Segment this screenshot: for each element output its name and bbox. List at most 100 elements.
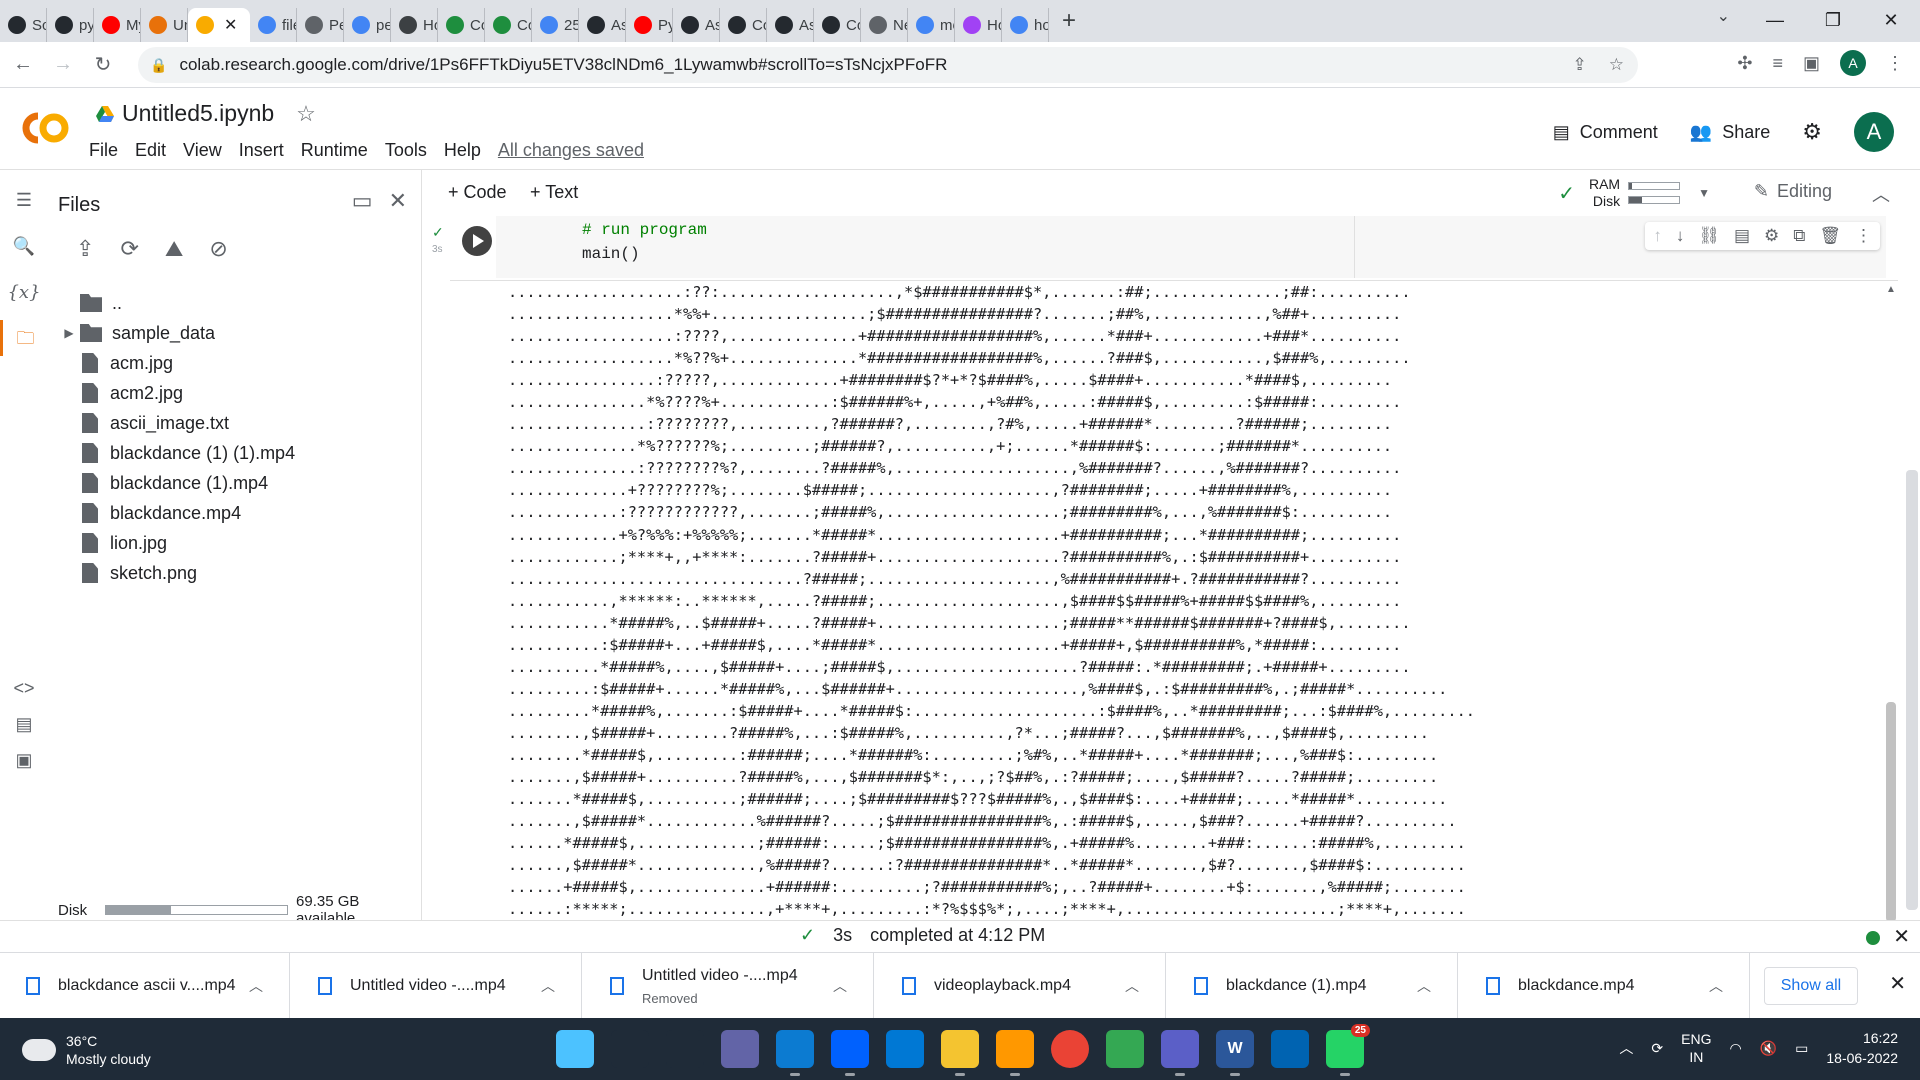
link-icon[interactable]: ⛓ — [1698, 226, 1720, 246]
menu-item-help[interactable]: Help — [444, 140, 481, 161]
reload-icon[interactable]: ↻ — [86, 52, 120, 77]
comment-button[interactable]: ▤ Comment — [1553, 122, 1658, 143]
more-actions-icon[interactable]: ⋮ — [1855, 226, 1872, 246]
upload-file-icon[interactable]: ⇪ — [76, 236, 94, 262]
show-hidden-icons[interactable]: ︿ — [1619, 1038, 1633, 1058]
browser-tab[interactable]: pyt — [47, 8, 94, 42]
command-palette-icon[interactable]: ▤ — [0, 714, 48, 735]
maximize-button[interactable]: ❐ — [1804, 0, 1862, 42]
browser-tab[interactable]: Ne — [861, 8, 908, 42]
download-item[interactable]: Untitled video -....mp4 Removed ︿ — [584, 953, 874, 1019]
browser-tab[interactable]: Asc — [767, 8, 814, 42]
chrome-icon[interactable] — [1051, 1030, 1089, 1068]
speaker-muted-icon[interactable]: 🔇 — [1760, 1040, 1777, 1057]
forward-icon[interactable]: → — [46, 53, 80, 76]
browser-tab[interactable]: Co — [814, 8, 861, 42]
notebook-title[interactable]: Untitled5.ipynb — [122, 100, 274, 127]
browser-menu-icon[interactable]: ⋮ — [1886, 53, 1904, 74]
close-window-button[interactable]: ✕ — [1862, 0, 1920, 42]
download-options-icon[interactable]: ︿ — [833, 976, 873, 996]
file-item[interactable]: acm.jpg — [58, 348, 418, 378]
download-item[interactable]: blackdance (1).mp4 ︿ — [1168, 953, 1458, 1019]
editing-mode-button[interactable]: ✎ Editing — [1754, 181, 1832, 202]
colab-logo[interactable] — [18, 108, 72, 148]
comment-cell-icon[interactable]: ▤ — [1734, 226, 1750, 246]
show-all-button[interactable]: Show all — [1764, 967, 1858, 1005]
browser-tab[interactable]: Asc — [673, 8, 720, 42]
browser-tab[interactable]: Ho — [391, 8, 438, 42]
browser-tab[interactable]: Pyt — [626, 8, 673, 42]
share-button[interactable]: 👥 Share — [1690, 122, 1770, 143]
search-icon[interactable]: 🔍 — [0, 236, 48, 257]
address-bar[interactable]: 🔒 colab.research.google.com/drive/1Ps6FF… — [138, 47, 1638, 83]
download-options-icon[interactable]: ︿ — [541, 976, 581, 996]
side-panel-icon[interactable]: ▣ — [1803, 53, 1820, 74]
account-avatar[interactable]: A — [1854, 112, 1894, 152]
browser-tab[interactable]: file — [250, 8, 297, 42]
download-item[interactable]: videoplayback.mp4 ︿ — [876, 953, 1166, 1019]
reading-list-icon[interactable]: ≡ — [1772, 53, 1783, 74]
file-item[interactable]: blackdance (1) (1).mp4 — [58, 438, 418, 468]
menu-item-tools[interactable]: Tools — [385, 140, 427, 161]
photos-icon[interactable] — [1271, 1030, 1309, 1068]
open-in-tab-icon[interactable]: ▭ — [352, 188, 373, 214]
download-item[interactable]: Untitled video -....mp4 ︿ — [292, 953, 582, 1019]
menu-item-edit[interactable]: Edit — [135, 140, 166, 161]
refresh-folder-icon[interactable]: ⟳ — [120, 236, 138, 262]
download-item[interactable]: blackdance.mp4 ︿ — [1460, 953, 1750, 1019]
code-snippets-icon[interactable]: <> — [0, 678, 48, 699]
download-item[interactable]: blackdance ascii v....mp4 ︿ — [0, 953, 290, 1019]
resources-dropdown-icon[interactable]: ▼ — [1698, 186, 1710, 200]
download-options-icon[interactable]: ︿ — [1417, 976, 1457, 996]
back-icon[interactable]: ← — [6, 53, 40, 76]
search-icon[interactable] — [611, 1030, 649, 1068]
download-options-icon[interactable]: ︿ — [249, 976, 289, 996]
mail-icon[interactable] — [886, 1030, 924, 1068]
collapse-header-icon[interactable]: ︿ — [1872, 181, 1890, 207]
close-status-icon[interactable]: ✕ — [1893, 924, 1910, 949]
browser-tab[interactable]: My — [94, 8, 141, 42]
bookmark-star-icon[interactable]: ☆ — [1609, 55, 1624, 75]
share-page-icon[interactable]: ⇪ — [1573, 55, 1587, 75]
sublime-icon[interactable] — [996, 1030, 1034, 1076]
terminal-icon[interactable]: ▣ — [0, 750, 48, 771]
table-of-contents-icon[interactable]: ☰ — [0, 190, 48, 211]
chat-icon[interactable] — [721, 1030, 759, 1068]
close-panel-icon[interactable]: ✕ — [389, 188, 407, 214]
browser-tab[interactable]: mo — [908, 8, 955, 42]
expand-arrow-icon[interactable]: ▶ — [58, 326, 80, 340]
lock-icon[interactable]: 🔒 — [150, 57, 167, 74]
menu-item-runtime[interactable]: Runtime — [301, 140, 368, 161]
file-item[interactable]: acm2.jpg — [58, 378, 418, 408]
battery-icon[interactable]: ▭ — [1795, 1040, 1808, 1057]
weather-widget[interactable]: 36°C Mostly cloudy — [18, 1032, 151, 1068]
browser-tab[interactable]: Ho — [955, 8, 1002, 42]
menu-item-view[interactable]: View — [183, 140, 222, 161]
browser-tab[interactable]: Per — [297, 8, 344, 42]
globe-icon[interactable] — [1106, 1030, 1144, 1068]
extensions-icon[interactable]: ✣ — [1737, 53, 1752, 74]
clock[interactable]: 16:22 18-06-2022 — [1826, 1028, 1898, 1068]
browser-tab[interactable]: Asc — [579, 8, 626, 42]
star-icon[interactable]: ☆ — [296, 101, 316, 127]
file-item[interactable]: blackdance.mp4 — [58, 498, 418, 528]
cell-settings-icon[interactable]: ⚙ — [1764, 226, 1779, 246]
dropbox-icon[interactable] — [831, 1030, 869, 1076]
folder-item[interactable]: ▶ sample_data — [58, 318, 418, 348]
browser-tab[interactable]: Scr — [0, 8, 47, 42]
output-scrollbar[interactable]: ▲ — [1884, 280, 1898, 922]
wifi-icon[interactable]: ◠ — [1729, 1040, 1741, 1057]
browser-tab[interactable]: Co — [485, 8, 532, 42]
move-down-icon[interactable]: ↓ — [1676, 226, 1685, 246]
tab-search-icon[interactable]: ⌄ — [1717, 6, 1730, 26]
minimize-button[interactable]: — — [1746, 0, 1804, 42]
parent-folder-item[interactable]: .. — [58, 288, 418, 318]
mount-drive-icon[interactable]: ⛰ — [165, 236, 183, 262]
teams-icon[interactable] — [1161, 1030, 1199, 1076]
browser-tab[interactable]: Co — [720, 8, 767, 42]
menu-item-file[interactable]: File — [89, 140, 118, 161]
sync-icon[interactable]: ⟳ — [1651, 1040, 1663, 1057]
download-options-icon[interactable]: ︿ — [1709, 976, 1749, 996]
browser-tab[interactable]: ✕ — [188, 8, 250, 42]
scrollbar-thumb[interactable] — [1886, 702, 1896, 922]
